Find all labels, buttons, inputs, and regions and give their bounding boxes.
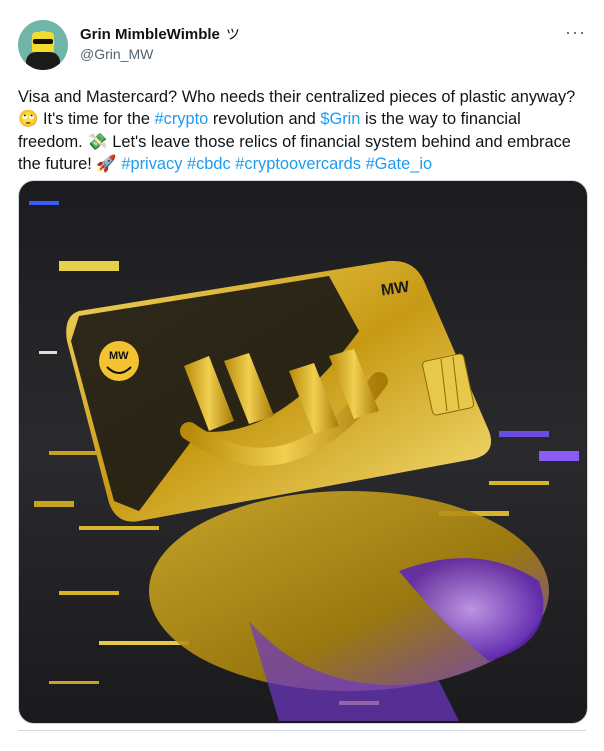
hashtag-link[interactable]: #Gate_io: [366, 155, 433, 173]
tweet-media-image[interactable]: MW MW: [18, 180, 588, 724]
tweet-text: Visa and Mastercard? Who needs their cen…: [18, 86, 588, 176]
tweet-footer-divider: [18, 730, 586, 751]
hashtag-link[interactable]: $Grin: [320, 110, 360, 128]
author-name-row: Grin MimbleWimble ツ: [80, 24, 240, 44]
tweet-text-segment: Visa and Mastercard? Who needs their cen…: [18, 88, 576, 106]
author-handle[interactable]: @Grin_MW: [80, 46, 153, 62]
tweet-text-segment: 🙄: [18, 110, 39, 129]
hashtag-link[interactable]: #cryptoovercards: [235, 155, 361, 173]
card-logo-text: MW: [109, 350, 129, 362]
hashtag-link[interactable]: #cbdc: [187, 155, 231, 173]
hashtag-link[interactable]: #privacy: [121, 155, 182, 173]
gold-disc: [149, 491, 549, 721]
avatar-body: [26, 52, 60, 70]
tweet-text-segment: It's time for the: [38, 110, 155, 129]
avatar-glasses: [33, 39, 53, 44]
tweet-card[interactable]: Grin MimbleWimble ツ @Grin_MW ··· Visa an…: [0, 0, 604, 738]
card-illustration: MW MW: [29, 201, 579, 721]
author-avatar[interactable]: [18, 20, 68, 70]
hashtag-link[interactable]: #crypto: [155, 110, 209, 128]
author-name[interactable]: Grin MimbleWimble: [80, 26, 220, 43]
more-options-icon[interactable]: ···: [565, 22, 586, 43]
gold-card: [66, 260, 492, 522]
tweet-text-segment: 🚀: [96, 155, 117, 174]
tweet-text-segment: 💸: [87, 132, 108, 151]
tweet-text-segment: revolution and: [208, 110, 321, 129]
author-name-suffix: ツ: [225, 26, 240, 42]
